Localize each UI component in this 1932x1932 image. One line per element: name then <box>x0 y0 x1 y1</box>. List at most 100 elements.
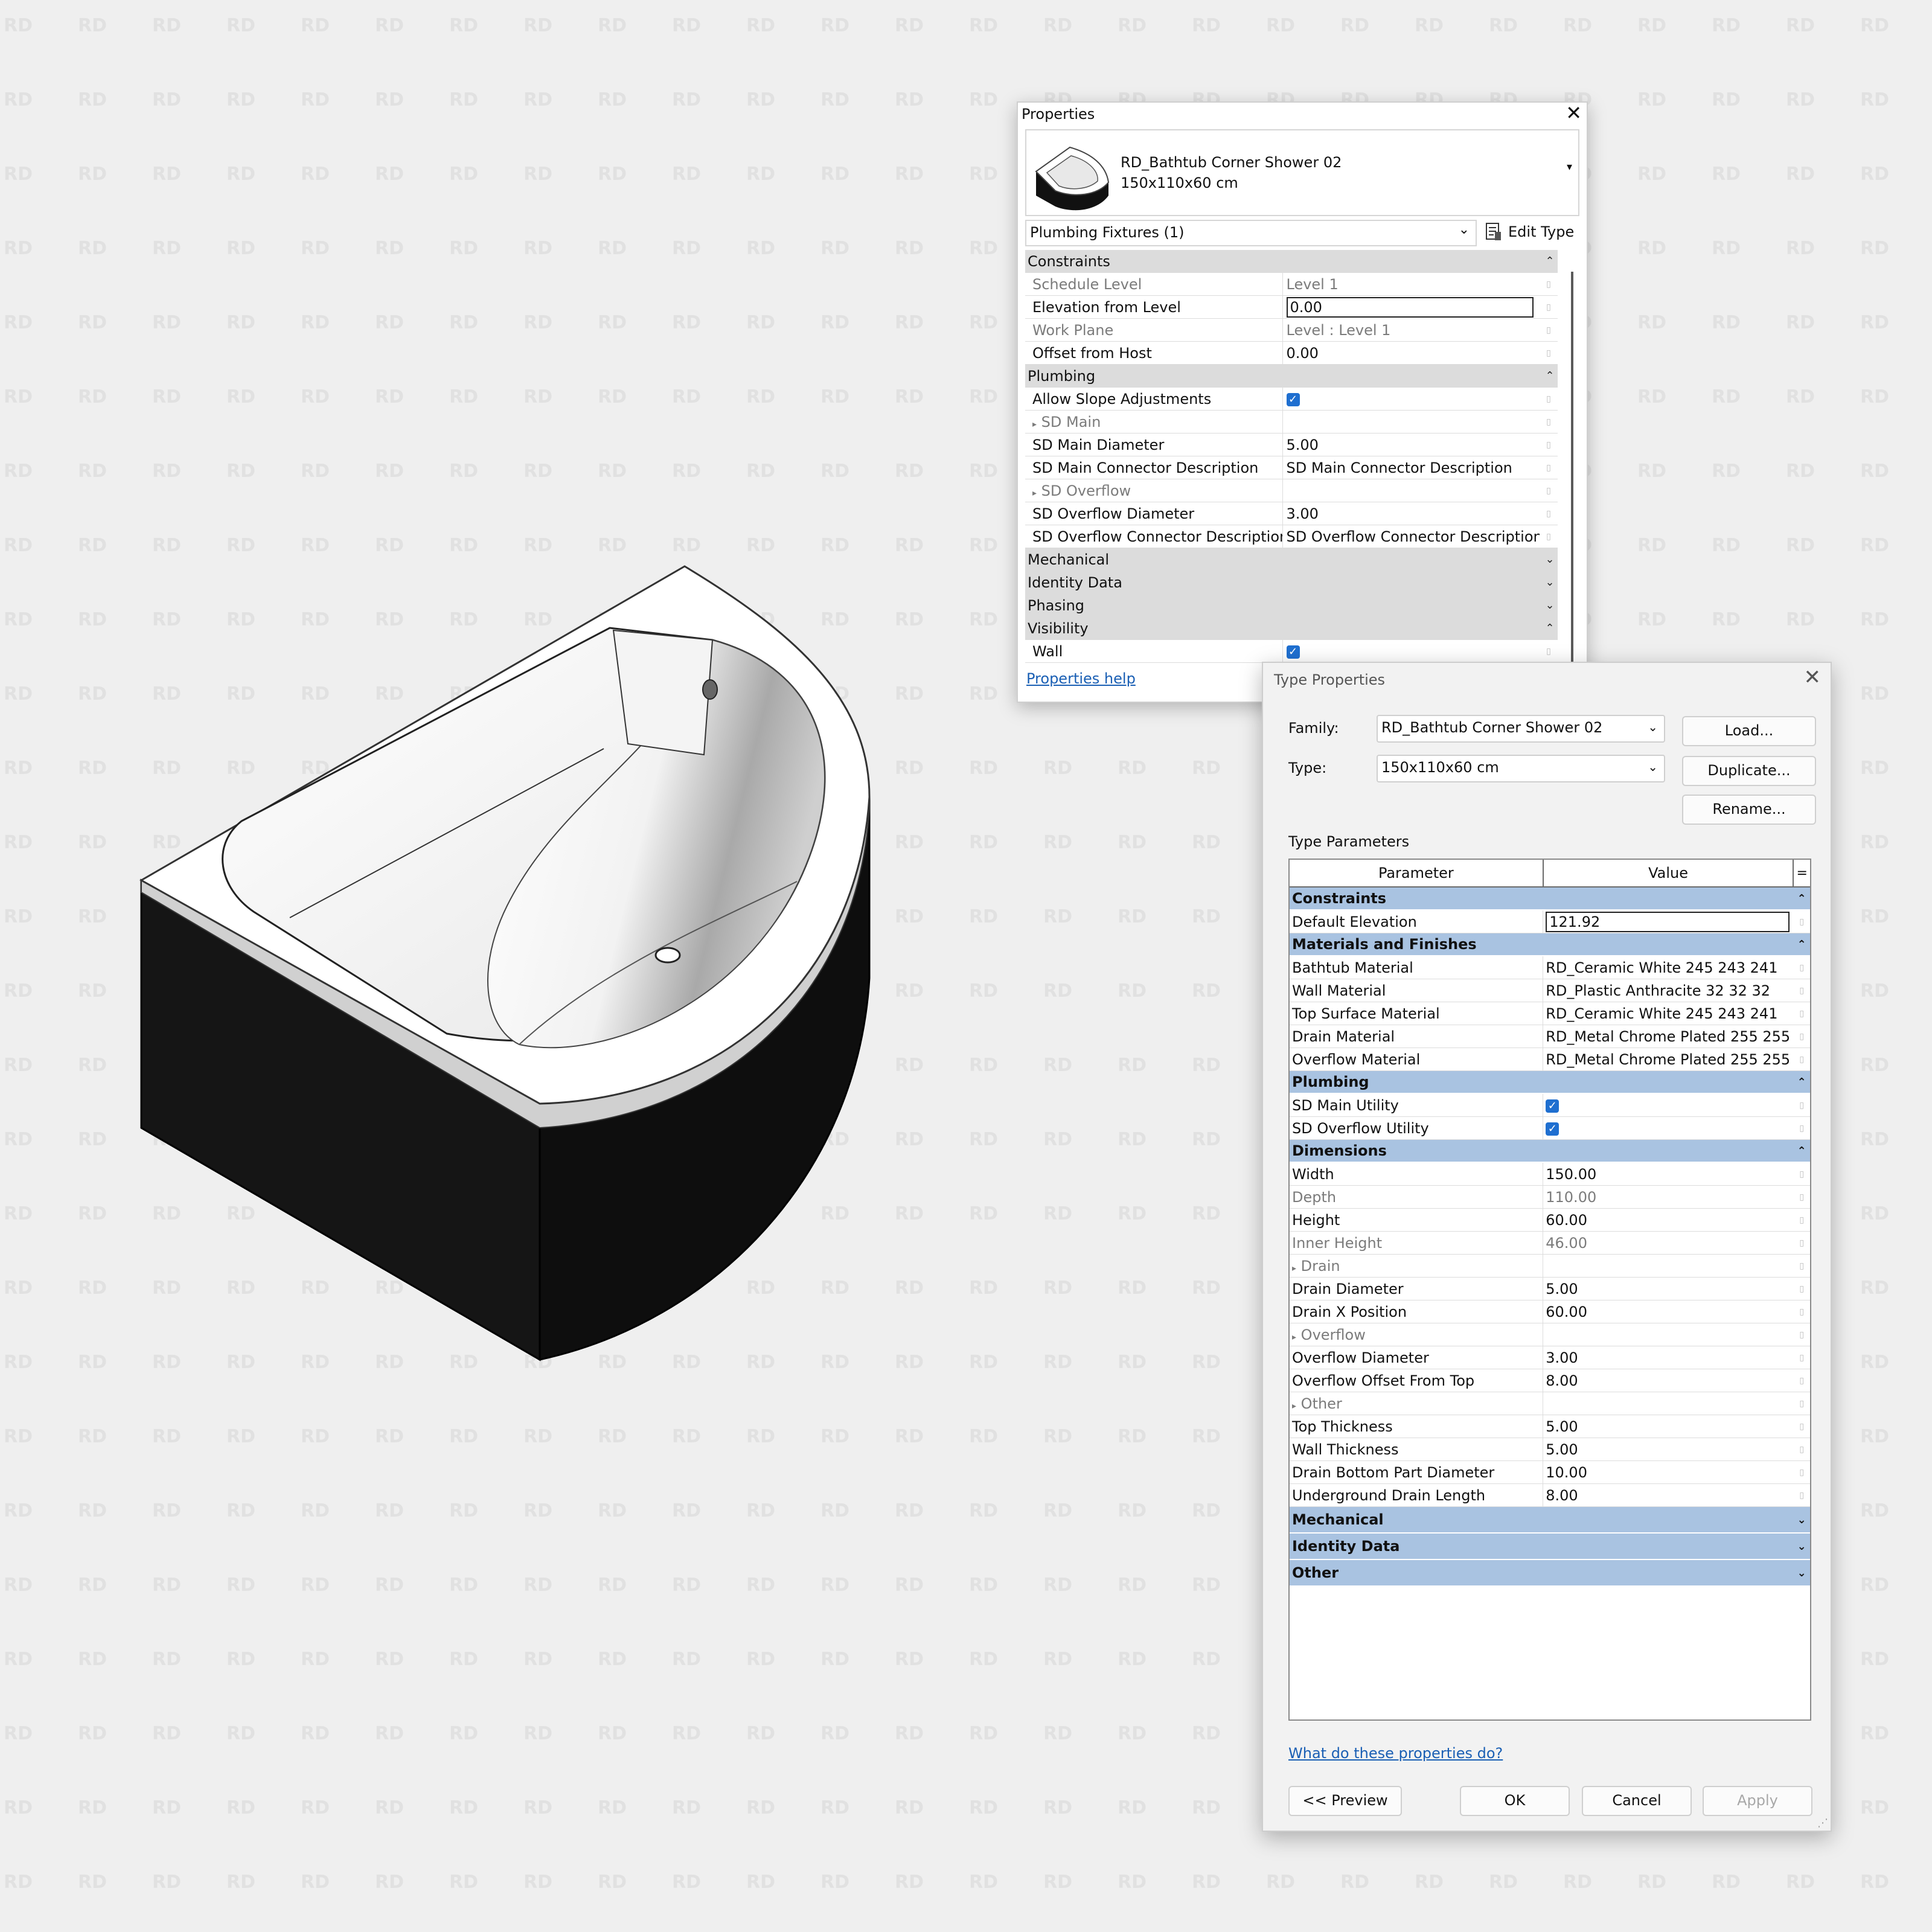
type-parameter-row[interactable]: SD Main Utility ✓ ▯ <box>1290 1093 1810 1117</box>
type-properties-dialog[interactable]: Type Properties ✕ Family: RD_Bathtub Cor… <box>1262 662 1832 1832</box>
type-group-header[interactable]: Materials and Finishes ⌃ <box>1290 933 1810 956</box>
type-parameters-grid[interactable]: Parameter Value = Constraints ⌃ Default El… <box>1288 859 1811 1721</box>
type-parameter-row[interactable]: Height 60.00 ▯ <box>1290 1208 1810 1232</box>
properties-row[interactable]: SD Overflow Diameter 3.00 ▯ <box>1025 502 1558 525</box>
triangle-right-icon[interactable]: ▸ <box>1292 1332 1296 1342</box>
type-selector[interactable]: RD_Bathtub Corner Shower 02 150x110x60 c… <box>1025 129 1579 216</box>
double-chevron-up-icon[interactable]: ⌃ <box>1540 250 1558 273</box>
type-group-header[interactable]: Plumbing ⌃ <box>1290 1070 1810 1094</box>
parameter-value[interactable]: 5.00 <box>1546 1441 1578 1458</box>
properties-scrollbar[interactable] <box>1571 272 1573 722</box>
parameter-value[interactable]: 8.00 <box>1546 1487 1578 1504</box>
checkbox[interactable]: ✓ <box>1286 392 1300 406</box>
properties-group-header[interactable]: Identity Data ⌄ <box>1025 571 1558 594</box>
close-icon[interactable]: ✕ <box>1804 665 1822 689</box>
properties-row[interactable]: Schedule Level Level 1 ▯ <box>1025 272 1558 296</box>
type-subgroup-row[interactable]: ▸ Overflow ▯ <box>1290 1323 1810 1346</box>
type-parameter-row[interactable]: Default Elevation 121.92 ▯ <box>1290 910 1810 933</box>
parameter-value[interactable]: 3.00 <box>1546 1349 1578 1366</box>
triangle-right-icon[interactable]: ▸ <box>1292 1264 1296 1273</box>
properties-row[interactable]: SD Main Diameter 5.00 ▯ <box>1025 433 1558 456</box>
type-parameter-row[interactable]: Drain Material RD_Metal Chrome Plated 255… <box>1290 1025 1810 1048</box>
parameter-value[interactable]: 60.00 <box>1546 1303 1587 1320</box>
column-header-extra[interactable]: = <box>1793 860 1810 888</box>
type-parameter-row[interactable]: Overflow Diameter 3.00 ▯ <box>1290 1346 1810 1369</box>
double-chevron-up-icon[interactable]: ⌃ <box>1793 887 1810 910</box>
preview-button[interactable]: << Preview <box>1288 1786 1402 1816</box>
parameter-value[interactable]: 10.00 <box>1546 1464 1587 1481</box>
properties-row[interactable]: Allow Slope Adjustments ✓ ▯ <box>1025 387 1558 411</box>
type-parameter-row[interactable]: Bathtub Material RD_Ceramic White 245 243… <box>1290 956 1810 979</box>
triangle-right-icon[interactable]: ▸ <box>1292 1401 1296 1411</box>
help-link[interactable]: What do these properties do? <box>1288 1745 1503 1762</box>
properties-row[interactable]: SD Overflow Connector Description SD Over… <box>1025 525 1558 548</box>
ok-button[interactable]: OK <box>1460 1786 1570 1816</box>
properties-title-bar[interactable]: Properties ✕ <box>1018 101 1587 126</box>
properties-group-header[interactable]: Plumbing ⌃ <box>1025 364 1558 388</box>
type-parameter-row[interactable]: Drain Diameter 5.00 ▯ <box>1290 1277 1810 1300</box>
type-subgroup-row[interactable]: ▸ Drain ▯ <box>1290 1254 1810 1278</box>
parameter-value[interactable]: RD_Ceramic White 245 243 241 <box>1546 959 1777 976</box>
property-value[interactable]: 3.00 <box>1287 505 1319 522</box>
apply-button[interactable]: Apply <box>1703 1786 1812 1816</box>
properties-group-header[interactable]: Phasing ⌄ <box>1025 593 1558 617</box>
double-chevron-down-icon[interactable]: ⌄ <box>1793 1559 1810 1587</box>
type-parameter-row[interactable]: Wall Thickness 5.00 ▯ <box>1290 1438 1810 1461</box>
type-parameter-row[interactable]: Drain Bottom Part Diameter 10.00 ▯ <box>1290 1460 1810 1484</box>
double-chevron-up-icon[interactable]: ⌃ <box>1793 1139 1810 1163</box>
type-subgroup-row[interactable]: ▸ Other ▯ <box>1290 1392 1810 1415</box>
properties-help-link[interactable]: Properties help <box>1026 670 1136 687</box>
triangle-right-icon[interactable]: ▸ <box>1032 488 1037 498</box>
checkbox[interactable]: ✓ <box>1286 645 1300 659</box>
value-input[interactable]: 0.00 <box>1286 296 1534 318</box>
duplicate-button[interactable]: Duplicate... <box>1682 756 1816 786</box>
type-group-header[interactable]: Identity Data ⌄ <box>1290 1533 1810 1560</box>
type-dropdown[interactable]: 150x110x60 cm ⌄ <box>1377 755 1665 782</box>
parameter-value[interactable]: RD_Ceramic White 245 243 241 <box>1546 1005 1777 1022</box>
type-group-header[interactable]: Other ⌄ <box>1290 1559 1810 1587</box>
double-chevron-down-icon[interactable]: ⌄ <box>1540 548 1558 571</box>
parameter-value[interactable]: 8.00 <box>1546 1372 1578 1389</box>
double-chevron-up-icon[interactable]: ⌃ <box>1793 1070 1810 1094</box>
checkbox[interactable]: ✓ <box>1546 1122 1559 1136</box>
rename-button[interactable]: Rename... <box>1682 795 1816 825</box>
property-value[interactable]: SD Main Connector Description <box>1287 459 1512 476</box>
type-parameter-row[interactable]: Wall Material RD_Plastic Anthracite 32 32… <box>1290 979 1810 1002</box>
instance-properties-grid[interactable]: Constraints ⌃ Schedule Level Level 1 ▯ Elevat… <box>1025 250 1558 663</box>
properties-row[interactable]: Work Plane Level : Level 1 ▯ <box>1025 318 1558 342</box>
type-parameter-row[interactable]: Depth 110.00 ▯ <box>1290 1185 1810 1209</box>
properties-row[interactable]: Offset from Host 0.00 ▯ <box>1025 341 1558 365</box>
type-parameter-row[interactable]: Width 150.00 ▯ <box>1290 1162 1810 1186</box>
value-input[interactable]: 121.92 <box>1546 911 1790 932</box>
type-parameter-row[interactable]: Drain X Position 60.00 ▯ <box>1290 1300 1810 1323</box>
type-parameter-row[interactable]: Inner Height 46.00 ▯ <box>1290 1231 1810 1255</box>
type-group-header[interactable]: Constraints ⌃ <box>1290 887 1810 910</box>
column-header-parameter[interactable]: Parameter <box>1290 860 1544 888</box>
properties-row[interactable]: Wall ✓ ▯ <box>1025 639 1558 663</box>
parameter-value[interactable]: RD_Metal Chrome Plated 255 255 <box>1546 1028 1790 1045</box>
type-group-header[interactable]: Dimensions ⌃ <box>1290 1139 1810 1163</box>
cancel-button[interactable]: Cancel <box>1582 1786 1692 1816</box>
properties-subgroup-row[interactable]: ▸ SD Overflow ▯ <box>1025 479 1558 502</box>
properties-row[interactable]: SD Main Connector Description SD Main Con… <box>1025 456 1558 479</box>
double-chevron-down-icon[interactable]: ⌄ <box>1540 571 1558 594</box>
close-icon[interactable]: ✕ <box>1566 101 1582 124</box>
property-value[interactable]: 0.00 <box>1287 345 1319 362</box>
checkbox[interactable]: ✓ <box>1546 1099 1559 1113</box>
property-value[interactable]: 5.00 <box>1287 437 1319 453</box>
parameter-value[interactable]: 5.00 <box>1546 1418 1578 1435</box>
chevron-down-icon[interactable]: ▾ <box>1567 161 1572 173</box>
parameter-value[interactable]: 60.00 <box>1546 1212 1587 1229</box>
properties-row[interactable]: Elevation from Level 0.00 ▯ <box>1025 295 1558 319</box>
parameter-value[interactable]: 5.00 <box>1546 1281 1578 1297</box>
type-parameter-row[interactable]: Underground Drain Length 8.00 ▯ <box>1290 1483 1810 1507</box>
type-parameter-row[interactable]: Top Surface Material RD_Ceramic White 245… <box>1290 1002 1810 1025</box>
type-parameter-row[interactable]: SD Overflow Utility ✓ ▯ <box>1290 1116 1810 1140</box>
double-chevron-up-icon[interactable]: ⌃ <box>1540 616 1558 640</box>
resize-grip-icon[interactable]: ⋰ <box>1817 1817 1828 1829</box>
double-chevron-up-icon[interactable]: ⌃ <box>1793 933 1810 956</box>
property-value[interactable]: SD Overflow Connector Description <box>1287 528 1540 545</box>
type-parameter-row[interactable]: Top Thickness 5.00 ▯ <box>1290 1415 1810 1438</box>
parameter-value[interactable]: 150.00 <box>1546 1166 1596 1183</box>
instance-filter-dropdown[interactable]: Plumbing Fixtures (1) ⌄ <box>1025 220 1477 246</box>
